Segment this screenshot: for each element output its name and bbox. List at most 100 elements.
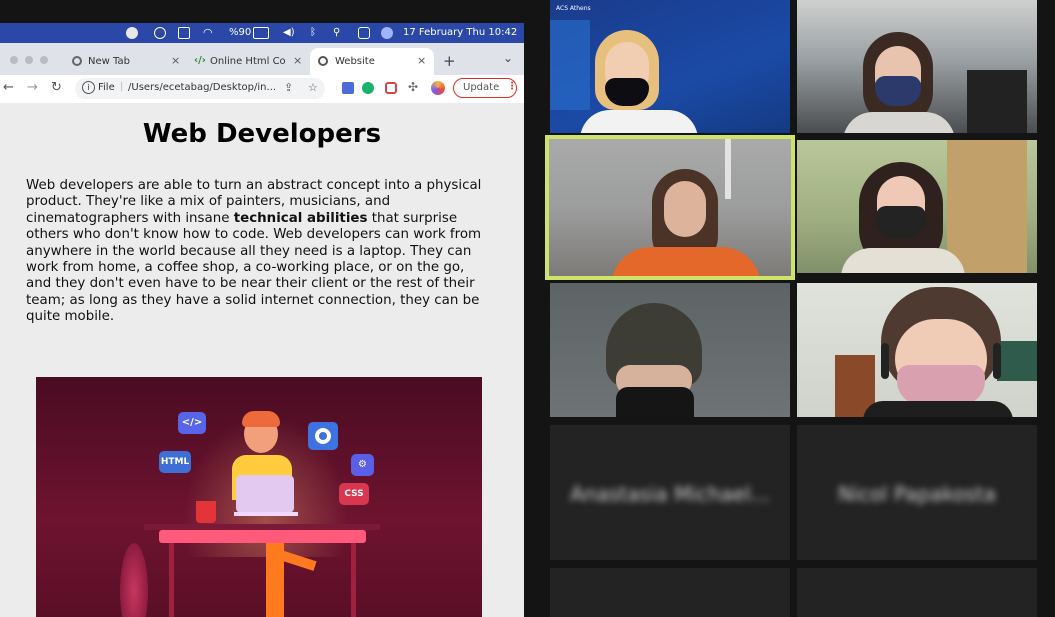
bluetooth-icon[interactable]: ᛒ: [310, 26, 316, 40]
battery-percent: %90: [229, 27, 252, 38]
chrome-logo-chip: [308, 422, 338, 450]
play-icon[interactable]: [154, 27, 166, 39]
grammarly-icon[interactable]: [362, 82, 374, 94]
extensions-puzzle-icon[interactable]: ✣: [408, 80, 418, 94]
address-scheme: File: [98, 82, 115, 93]
face-mask: [897, 365, 985, 405]
chrome-icon: [315, 428, 331, 444]
update-label: Update: [463, 82, 500, 93]
wifi-icon[interactable]: ◠: [203, 26, 213, 40]
tab-label: New Tab: [88, 56, 130, 67]
face-mask: [875, 76, 921, 106]
participant-shoulders: [843, 112, 955, 133]
participant-name: Nicol Papakosta: [838, 481, 996, 506]
active-speaker-tile[interactable]: [545, 135, 795, 280]
battery-icon[interactable]: [253, 27, 269, 39]
extension-check-icon[interactable]: [342, 82, 354, 94]
reload-icon[interactable]: ↻: [51, 80, 62, 95]
tab-new-tab[interactable]: New Tab ×: [66, 48, 184, 75]
css-tag-chip: CSS: [339, 483, 369, 505]
participant-video-tile[interactable]: [797, 0, 1037, 133]
background-shelf: [947, 140, 1027, 273]
background-panel: [550, 20, 590, 110]
gear-chip: ⚙: [351, 454, 374, 476]
page-paragraph: Web developers are able to turn an abstr…: [26, 178, 486, 326]
menubar-clock: 17 February Thu 10:42: [403, 27, 518, 38]
face-mask: [616, 387, 694, 417]
browser-toolbar: ← → ↻ i File | /Users/ecetabag/Desktop/i…: [0, 75, 524, 104]
browser-tab-bar: New Tab × ‹/› Online Html Comp × Website…: [0, 43, 524, 75]
desk-leg: [169, 543, 174, 617]
face-mask: [876, 206, 926, 238]
paragraph-text: that surprise others who don't know how …: [26, 210, 482, 325]
participant-shoulders: [611, 247, 761, 276]
screen-record-icon[interactable]: [385, 82, 397, 94]
chrome-icon: [72, 56, 82, 66]
paragraph-bold: technical abilities: [233, 210, 368, 226]
participant-video-tile[interactable]: [797, 140, 1037, 273]
tab-close-icon[interactable]: ×: [293, 54, 302, 67]
web-developer-illustration: </> HTML ⚙ CSS: [36, 377, 482, 617]
code-tag-chip: </>: [178, 412, 206, 434]
window-close-button[interactable]: [10, 56, 18, 64]
participant-tile[interactable]: [797, 568, 1037, 617]
creative-cloud-icon[interactable]: [126, 27, 138, 39]
face-mask: [605, 78, 649, 106]
participant-video-tile[interactable]: [797, 283, 1037, 417]
address-divider: |: [120, 81, 124, 92]
active-speaker-video: [549, 139, 791, 276]
tab-online-html-compiler[interactable]: ‹/› Online Html Comp ×: [188, 48, 306, 75]
participant-shoulders: [863, 401, 1013, 417]
participant-video-tile[interactable]: [550, 283, 790, 417]
developer-hair: [242, 411, 280, 427]
coffee-mug: [196, 501, 216, 523]
window-icon[interactable]: [178, 27, 190, 39]
desk-front: [159, 530, 366, 543]
info-icon[interactable]: i: [82, 81, 95, 94]
participant-shoulders: [841, 248, 965, 273]
tab-close-icon[interactable]: ×: [171, 54, 180, 67]
participant-shoulders: [580, 110, 698, 133]
update-button[interactable]: Update ⋮: [453, 78, 517, 98]
html-tag-chip: HTML: [159, 451, 191, 473]
back-icon[interactable]: ←: [3, 80, 14, 95]
share-icon[interactable]: ⇪: [284, 81, 293, 94]
laptop-base: [234, 512, 298, 516]
volume-icon[interactable]: ◀): [283, 26, 295, 40]
laptop: [236, 475, 294, 513]
desk-leg: [351, 543, 356, 617]
tab-close-icon[interactable]: ×: [417, 54, 426, 67]
address-path: /Users/ecetabag/Desktop/in...: [128, 82, 277, 93]
tab-website[interactable]: Website ×: [310, 48, 434, 75]
forward-icon[interactable]: →: [27, 80, 38, 95]
web-page: Web Developers Web developers are able t…: [0, 103, 524, 617]
more-menu-icon[interactable]: ⋮: [507, 81, 517, 92]
control-center-icon[interactable]: [358, 27, 370, 39]
background-poster: [997, 341, 1037, 381]
bookmark-star-icon[interactable]: ☆: [308, 81, 318, 94]
participant-name-tile[interactable]: Anastasia Michael...: [550, 425, 790, 560]
headphones: [993, 343, 1001, 379]
new-tab-button[interactable]: +: [443, 52, 456, 70]
participant-name: Anastasia Michael...: [570, 481, 770, 506]
page-title: Web Developers: [142, 119, 382, 149]
participant-tile[interactable]: [550, 568, 790, 617]
profile-avatar-icon[interactable]: [431, 81, 445, 95]
address-bar[interactable]: i File | /Users/ecetabag/Desktop/in... ⇪…: [75, 78, 325, 99]
window-minimize-button[interactable]: [25, 56, 33, 64]
tab-search-button[interactable]: ⌄: [503, 51, 513, 65]
headphones: [881, 343, 889, 379]
participant-name-tile[interactable]: Nicol Papakosta: [797, 425, 1037, 560]
background-equipment: [967, 70, 1027, 133]
window-zoom-button[interactable]: [40, 56, 48, 64]
search-icon[interactable]: ⚲: [333, 26, 340, 40]
plant: [120, 543, 148, 617]
code-icon: ‹/›: [194, 55, 206, 66]
gear-icon: ⚙: [358, 459, 367, 470]
participant-video-tile[interactable]: ACS Athens: [550, 0, 790, 133]
tab-label: Website: [335, 56, 375, 67]
mac-menu-bar: ◠ %90 ◀) ᛒ ⚲ 17 February Thu 10:42: [0, 23, 524, 43]
globe-icon: [318, 56, 328, 66]
siri-icon[interactable]: [381, 27, 393, 39]
tab-label: Online Html Comp: [210, 56, 286, 67]
